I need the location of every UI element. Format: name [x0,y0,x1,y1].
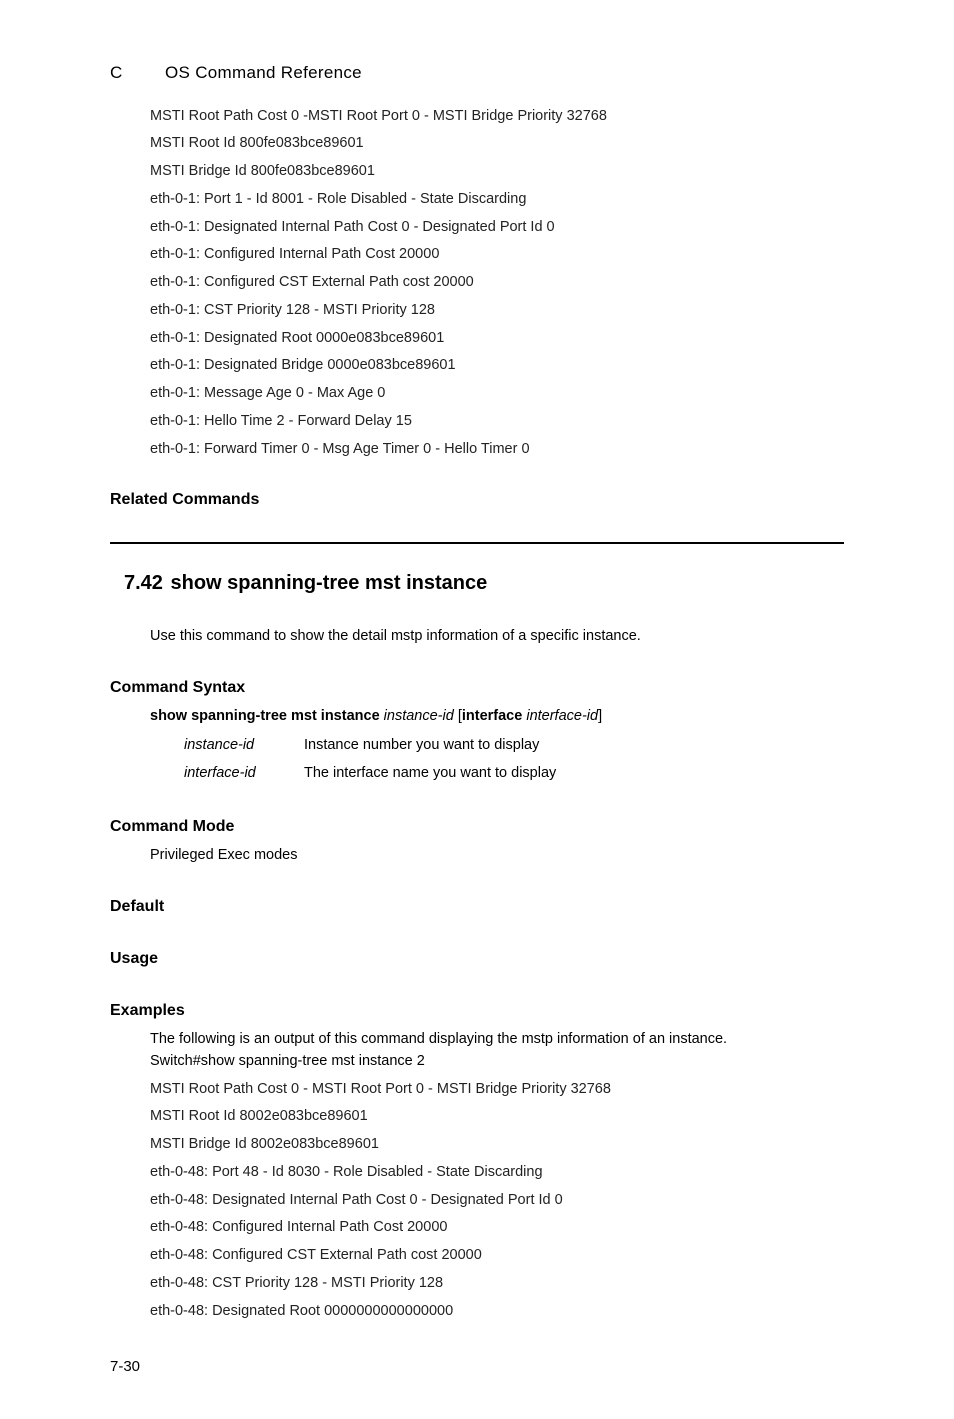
syntax-keyword: interface [462,708,522,724]
output-line: eth-0-1: Forward Timer 0 - Msg Age Timer… [150,439,844,461]
parameter-table: instance-id Instance number you want to … [184,732,556,788]
output-line: MSTI Bridge Id 8002e083bce89601 [150,1134,844,1156]
example-command-line: Switch#show spanning-tree mst instance 2 [150,1051,844,1073]
syntax-statement: show spanning-tree mst instance instance… [150,706,844,728]
output-line: eth-0-1: Hello Time 2 - Forward Delay 15 [150,411,844,433]
output-line: MSTI Root Path Cost 0 - MSTI Root Port 0… [150,1079,844,1101]
syntax-keyword: show spanning-tree mst instance [150,708,380,724]
output-line: MSTI Root Path Cost 0 -MSTI Root Port 0 … [150,106,844,128]
output-line: MSTI Root Id 8002e083bce89601 [150,1106,844,1128]
param-name: interface-id [184,760,304,788]
output-line: MSTI Bridge Id 800fe083bce89601 [150,161,844,183]
command-section-title: 7.42 show spanning-tree mst instance [124,568,844,598]
output-line: eth-0-48: Designated Internal Path Cost … [150,1190,844,1212]
output-line: eth-0-1: Configured Internal Path Cost 2… [150,244,844,266]
param-desc: The interface name you want to display [304,760,556,788]
output-line: eth-0-48: Configured CST External Path c… [150,1245,844,1267]
table-row: interface-id The interface name you want… [184,760,556,788]
examples-intro: The following is an output of this comma… [150,1029,844,1051]
section-command-name: show spanning-tree mst instance [171,572,488,594]
default-heading: Default [110,895,844,919]
output-line: eth-0-48: Designated Root 00000000000000… [150,1301,844,1323]
output-line: eth-0-1: CST Priority 128 - MSTI Priorit… [150,300,844,322]
output-line: eth-0-48: CST Priority 128 - MSTI Priori… [150,1273,844,1295]
page-header: C OS Command Reference [110,60,844,86]
mode-heading: Command Mode [110,815,844,839]
header-doc-title: OS Command Reference [165,63,362,82]
output-line: eth-0-48: Configured Internal Path Cost … [150,1217,844,1239]
table-row: instance-id Instance number you want to … [184,732,556,760]
output-line: eth-0-1: Designated Bridge 0000e083bce89… [150,355,844,377]
usage-heading: Usage [110,947,844,971]
param-name: instance-id [184,732,304,760]
example-output-block: MSTI Root Path Cost 0 - MSTI Root Port 0… [150,1079,844,1323]
output-line: MSTI Root Id 800fe083bce89601 [150,133,844,155]
mode-text: Privileged Exec modes [150,845,844,867]
output-line: eth-0-48: Port 48 - Id 8030 - Role Disab… [150,1162,844,1184]
top-output-block: MSTI Root Path Cost 0 -MSTI Root Port 0 … [150,106,844,461]
related-commands-heading: Related Commands [110,488,844,512]
bracket-close: ] [598,708,602,724]
param-desc: Instance number you want to display [304,732,556,760]
command-description: Use this command to show the detail mstp… [150,626,844,648]
header-section-letter: C [110,60,160,86]
output-line: eth-0-1: Configured CST External Path co… [150,272,844,294]
output-line: eth-0-1: Designated Root 0000e083bce8960… [150,328,844,350]
syntax-heading: Command Syntax [110,676,844,700]
page-number: 7-30 [110,1356,844,1379]
syntax-argument: instance-id [384,708,454,724]
output-line: eth-0-1: Designated Internal Path Cost 0… [150,217,844,239]
output-line: eth-0-1: Message Age 0 - Max Age 0 [150,383,844,405]
examples-heading: Examples [110,999,844,1023]
output-line: eth-0-1: Port 1 - Id 8001 - Role Disable… [150,189,844,211]
section-number: 7.42 [124,572,163,594]
syntax-argument: interface-id [526,708,598,724]
section-divider [110,542,844,544]
